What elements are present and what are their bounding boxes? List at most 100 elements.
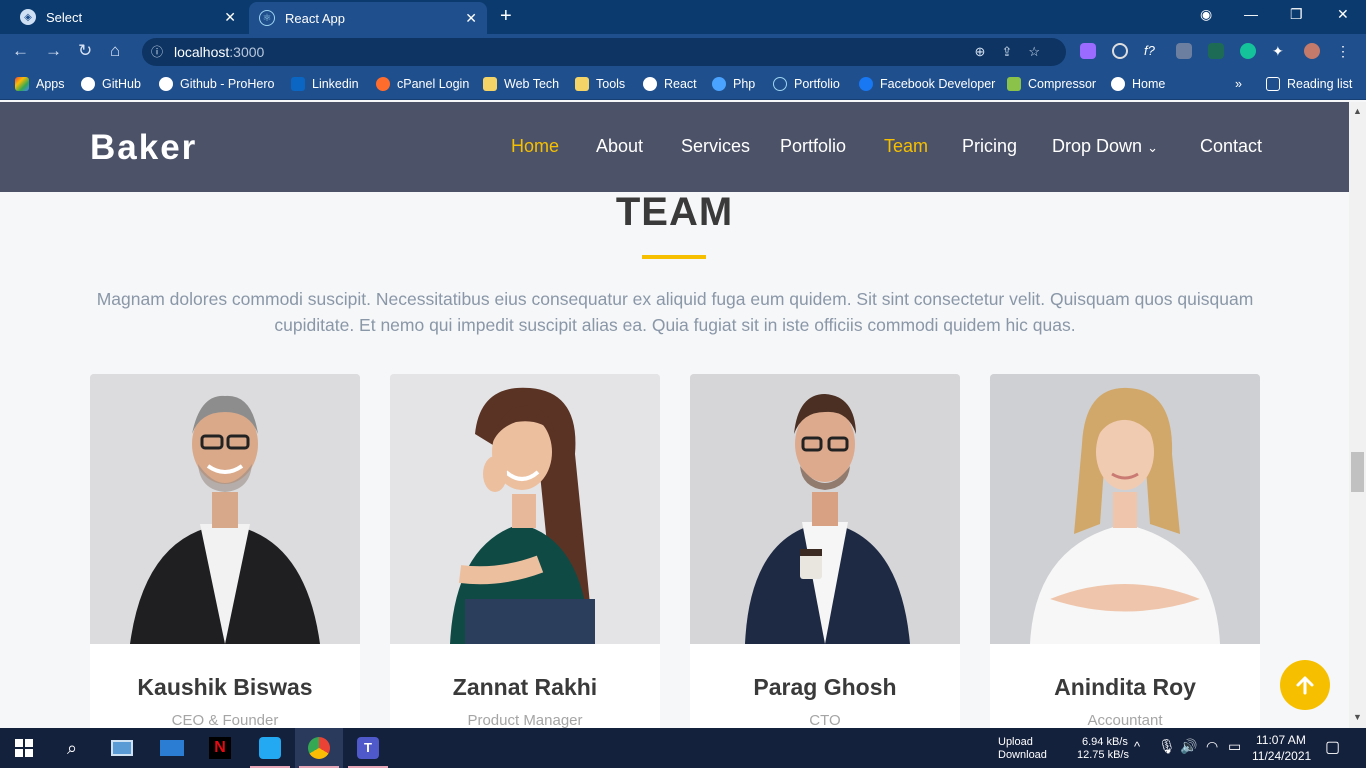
team-card[interactable]: Zannat Rakhi Product Manager [390,374,660,728]
notification-icon[interactable]: ▢ [1325,737,1340,757]
bookmark-apps[interactable]: Apps [15,68,65,100]
tab-select[interactable]: ◈ Select ✕ [0,0,246,34]
bookmark-label: Home [1132,77,1166,91]
bookmark-tools[interactable]: Tools [575,68,625,100]
brand-logo[interactable]: Baker [90,128,197,168]
extension-icon[interactable] [1208,43,1224,59]
microphone-icon[interactable]: 🎙 [1158,738,1176,755]
nav-portfolio[interactable]: Portfolio [780,136,846,157]
chrome-taskbar-icon[interactable] [295,728,343,768]
bookmark-label: Web Tech [504,77,560,91]
team-member-name: Anindita Roy [1054,674,1196,700]
site-info-icon[interactable]: ⓘ [151,38,163,66]
zoom-icon[interactable]: ⊕ [975,44,1002,59]
restore-icon[interactable]: ❐ [1290,6,1303,23]
home-icon[interactable]: ⌂ [110,41,120,61]
apps-grid-icon [15,77,29,91]
nav-team[interactable]: Team [884,136,928,157]
person-illustration [990,374,1260,644]
team-card[interactable]: Anindita Roy Accountant [990,374,1260,728]
volume-icon[interactable]: 🔊 [1180,738,1197,755]
linkedin-icon [291,77,305,91]
wifi-icon[interactable]: ◠ [1206,738,1218,755]
extension-icon[interactable] [1080,43,1096,59]
bookmark-php[interactable]: Php [712,68,755,100]
extension-icon[interactable]: f? [1144,43,1160,59]
bookmark-label: GitHub [102,77,141,91]
battery-icon[interactable]: ▭ [1228,738,1241,755]
vscode-icon[interactable] [246,728,294,768]
chevron-down-icon: ⌄ [1147,140,1158,155]
team-card[interactable]: Kaushik Biswas CEO & Founder [90,374,360,728]
nav-dropdown-label: Drop Down [1052,136,1143,156]
scroll-up-arrow-icon[interactable]: ▲ [1353,106,1362,116]
bookmark-portfolio[interactable]: Portfolio [773,68,840,100]
windows-start-icon[interactable] [0,728,48,768]
close-icon[interactable]: ✕ [465,10,477,27]
close-icon[interactable]: ✕ [224,9,236,26]
teams-icon[interactable]: T [344,728,392,768]
bookmark-label: Php [733,77,756,91]
tab-react-app[interactable]: ⚛ React App ✕ [249,2,487,34]
extension-icon[interactable] [1176,43,1192,59]
bookmark-facebook-developer[interactable]: Facebook Developer [859,68,995,100]
team-member-name: Parag Ghosh [753,674,897,700]
bookmark-cpanel[interactable]: cPanel Login [376,68,469,100]
bookmark-compressor[interactable]: Compressor [1007,68,1096,100]
teams-logo-icon: T [357,737,379,759]
bookmark-linkedin[interactable]: Linkedin [291,68,359,100]
page-scrollbar[interactable]: ▲ ▼ [1349,102,1366,728]
title-underline [642,255,706,259]
nav-about[interactable]: About [596,136,643,157]
bookmark-label: Apps [36,77,65,91]
clock-date[interactable]: 11/24/2021 [1252,749,1311,763]
address-bar[interactable]: ⓘ localhost:3000 ⊕⇪☆ [142,38,1066,66]
team-card[interactable]: Parag Ghosh CTO [690,374,960,728]
nav-dropdown[interactable]: Drop Down ⌄ [1052,136,1158,157]
grammarly-icon[interactable] [1240,43,1256,59]
github-icon [81,77,95,91]
minimize-icon[interactable]: — [1244,6,1258,22]
app-icon[interactable] [98,728,146,768]
scroll-to-top-button[interactable] [1280,660,1330,710]
search-icon[interactable]: ⌕ [48,728,96,768]
reading-list[interactable]: Reading list [1266,68,1352,100]
extension-icon[interactable] [1112,43,1128,59]
mail-icon[interactable] [148,728,196,768]
bookmark-label: cPanel Login [397,77,470,91]
bookmark-github-prohero[interactable]: Github - ProHero [159,68,274,100]
windows-logo-icon [15,739,33,757]
nav-pricing[interactable]: Pricing [962,136,1017,157]
person-illustration [690,374,960,644]
profile-menu-icon[interactable]: ◉ [1200,6,1212,23]
share-icon[interactable]: ⇪ [1001,44,1028,59]
forward-arrow-icon[interactable]: → [45,41,62,61]
nav-contact[interactable]: Contact [1200,136,1262,157]
cpanel-icon [376,77,390,91]
bookmark-github[interactable]: GitHub [81,68,141,100]
reload-icon[interactable]: ↻ [78,41,92,61]
netflix-icon[interactable]: N [196,728,244,768]
nav-home[interactable]: Home [511,136,559,157]
more-bookmarks-chevron-icon[interactable]: » [1235,68,1242,100]
compressor-icon [1007,77,1021,91]
cloud-icon [712,77,726,91]
clock-time[interactable]: 11:07 AM [1256,733,1306,747]
nav-services[interactable]: Services [681,136,750,157]
bookmark-web-tech[interactable]: Web Tech [483,68,559,100]
bookmark-react[interactable]: React [643,68,697,100]
new-tab-plus-icon[interactable]: + [500,5,512,28]
puzzle-extensions-icon[interactable]: ✦ [1272,43,1288,59]
scroll-down-arrow-icon[interactable]: ▼ [1353,712,1362,722]
browser-tab-strip: ◈ Select ✕ ⚛ React App ✕ + ◉ — ❐ ✕ [0,0,1366,34]
back-arrow-icon[interactable]: ← [12,41,29,61]
chrome-icon [1111,77,1125,91]
chevron-up-icon[interactable]: ^ [1134,739,1140,754]
kebab-menu-icon[interactable]: ⋮ [1336,43,1352,59]
bookmark-star-icon[interactable]: ☆ [1028,44,1056,59]
scrollbar-thumb[interactable] [1351,452,1364,492]
browser-toolbar: ← → ↻ ⌂ ⓘ localhost:3000 ⊕⇪☆ f? ✦ ⋮ [0,34,1366,68]
avatar[interactable] [1304,43,1320,59]
close-window-icon[interactable]: ✕ [1337,6,1349,23]
bookmark-home[interactable]: Home [1111,68,1165,100]
